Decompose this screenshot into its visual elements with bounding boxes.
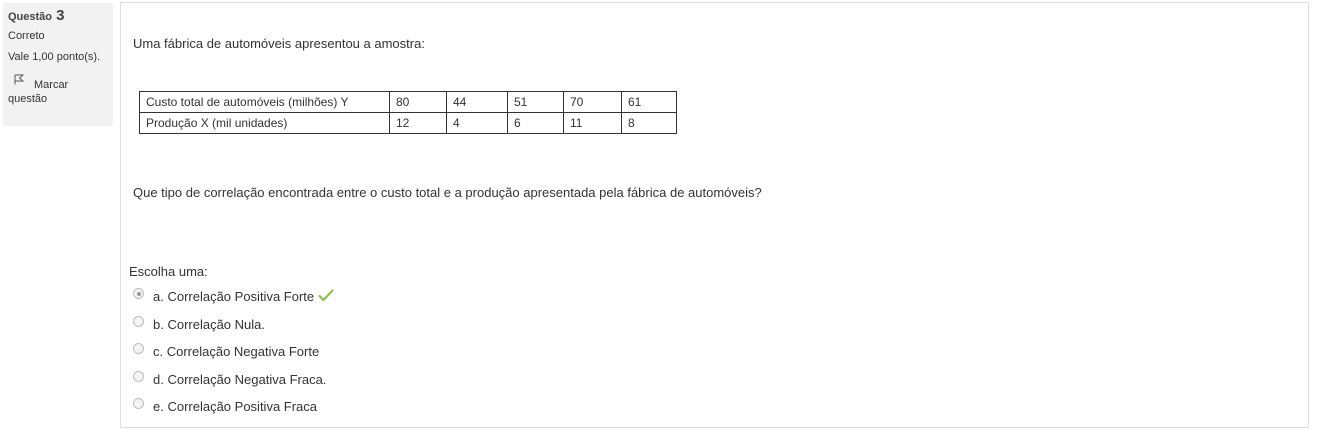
table-cell: 61 bbox=[621, 91, 677, 113]
table-row: Custo total de automóveis (milhões) Y 80… bbox=[139, 91, 677, 113]
radio-button[interactable] bbox=[133, 288, 144, 300]
table-cell: Custo total de automóveis (milhões) Y bbox=[139, 91, 390, 113]
table-cell: 70 bbox=[563, 91, 622, 113]
table-cell: 80 bbox=[389, 91, 447, 113]
table-cell: 44 bbox=[446, 91, 508, 113]
flag-label-2[interactable]: questão bbox=[8, 93, 108, 106]
question-content: Uma fábrica de automóveis apresentou a a… bbox=[120, 2, 1309, 428]
radio-button[interactable] bbox=[133, 398, 144, 410]
answer-label[interactable]: d. Correlação Negativa Fraca. bbox=[153, 372, 326, 387]
answer-option-b[interactable]: b. Correlação Nula. bbox=[133, 311, 334, 339]
table-cell: 8 bbox=[621, 112, 677, 134]
answer-label[interactable]: c. Correlação Negativa Forte bbox=[153, 344, 319, 359]
question-number-value: 3 bbox=[56, 7, 65, 24]
answer-option-a[interactable]: a. Correlação Positiva Forte bbox=[133, 283, 334, 311]
answer-label[interactable]: e. Correlação Positiva Fraca bbox=[153, 399, 317, 414]
answer-option-c[interactable]: c. Correlação Negativa Forte bbox=[133, 338, 334, 366]
table-row: Produção X (mil unidades) 12 4 6 11 8 bbox=[139, 112, 677, 134]
question-number: Questão 3 bbox=[8, 8, 108, 25]
question-label: Questão bbox=[8, 11, 53, 23]
question-text: Que tipo de correlação encontrada entre … bbox=[133, 185, 762, 200]
question-state: Correto bbox=[8, 30, 45, 42]
radio-button[interactable] bbox=[133, 343, 144, 355]
flag-question-button[interactable]: Marcar questão bbox=[8, 71, 108, 106]
table-cell: 4 bbox=[446, 112, 508, 134]
question-info-panel: Questão 3 Correto Vale 1,00 ponto(s). Ma… bbox=[3, 3, 113, 126]
radio-button[interactable] bbox=[133, 370, 144, 382]
radio-button[interactable] bbox=[133, 315, 144, 327]
sample-table: Custo total de automóveis (milhões) Y 80… bbox=[139, 91, 677, 134]
table-cell: 51 bbox=[507, 91, 564, 113]
answer-list: a. Correlação Positiva Forte b. Correlaç… bbox=[133, 283, 334, 421]
flag-label[interactable]: Marcar bbox=[34, 79, 68, 92]
table-cell: 12 bbox=[389, 112, 447, 134]
flag-icon[interactable] bbox=[8, 71, 30, 91]
answer-option-d[interactable]: d. Correlação Negativa Fraca. bbox=[133, 366, 334, 394]
answer-label[interactable]: a. Correlação Positiva Forte bbox=[153, 289, 314, 304]
table-cell: 6 bbox=[507, 112, 564, 134]
table-cell: 11 bbox=[563, 112, 622, 134]
table-cell: Produção X (mil unidades) bbox=[139, 112, 390, 134]
answer-label[interactable]: b. Correlação Nula. bbox=[153, 317, 265, 332]
answer-prompt: Escolha uma: bbox=[129, 264, 208, 279]
question-intro: Uma fábrica de automóveis apresentou a a… bbox=[133, 36, 425, 51]
check-icon bbox=[318, 289, 334, 305]
question-grade: Vale 1,00 ponto(s). bbox=[8, 51, 101, 63]
answer-option-e[interactable]: e. Correlação Positiva Fraca bbox=[133, 393, 334, 421]
